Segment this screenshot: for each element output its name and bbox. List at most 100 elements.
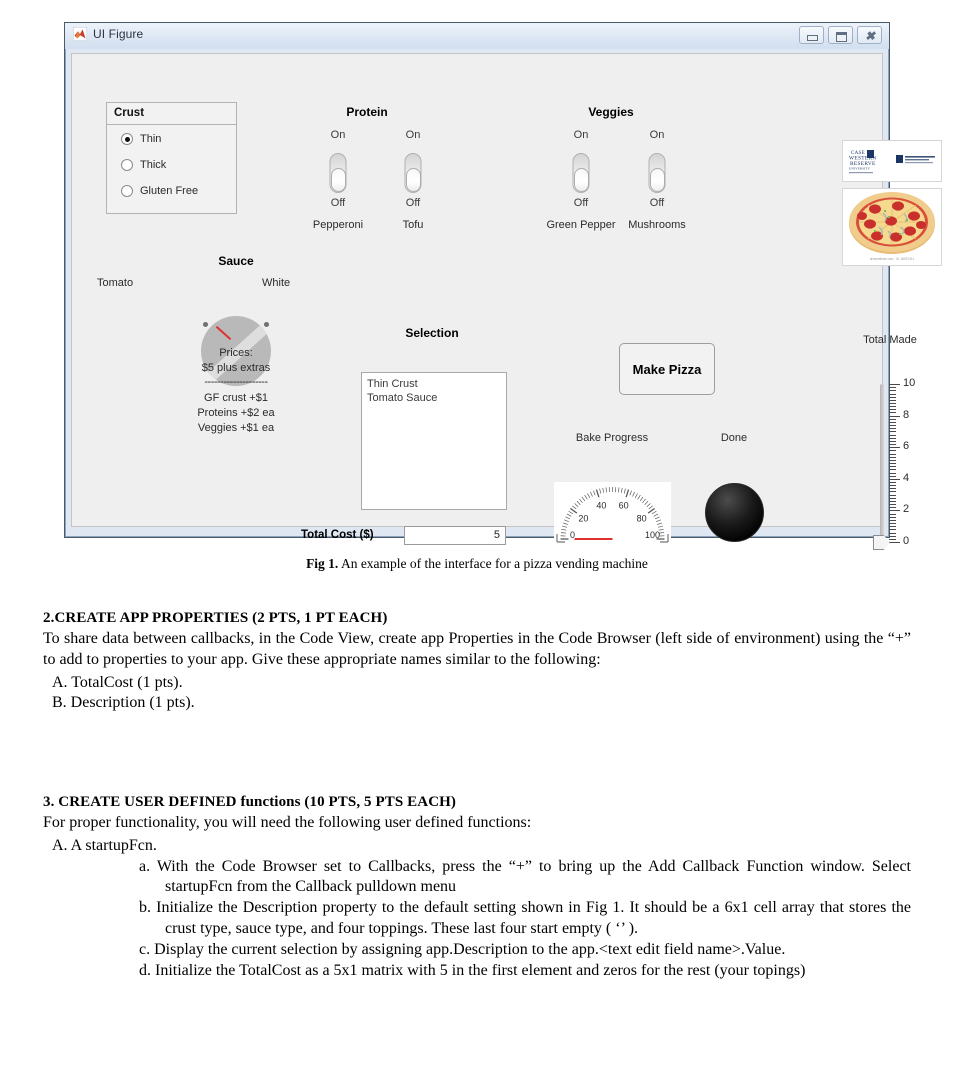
svg-text:0: 0 — [570, 530, 575, 540]
slider-tick — [889, 491, 896, 493]
crust-panel-header: Crust — [107, 103, 236, 125]
switch-green-pepper[interactable]: On Off Green Pepper — [546, 129, 615, 239]
done-lamp — [705, 483, 764, 542]
switch-mushrooms-knob[interactable] — [649, 168, 665, 192]
window-title-bar[interactable]: UI Figure ✖ — [65, 23, 889, 49]
section-3-subitem-d: d. Initialize the TotalCost as a 5x1 mat… — [139, 961, 806, 979]
sauce-knob-title: Sauce — [218, 254, 254, 268]
bake-progress-gauge: 0 20 40 60 80 100 — [554, 482, 671, 544]
selection-item-1: Thin Crust — [367, 378, 418, 390]
veggies-group-title: Veggies — [588, 105, 634, 119]
section-3-subitem-b: b. Initialize the Description property t… — [139, 899, 911, 937]
switch-green-pepper-track[interactable] — [572, 153, 590, 193]
switch-pepperoni-knob[interactable] — [330, 168, 346, 192]
switch-tofu-knob[interactable] — [405, 168, 421, 192]
prices-line-1: Prices: — [219, 347, 253, 359]
figure-caption: Fig 1. An example of the interface for a… — [0, 556, 954, 572]
switch-tofu-track[interactable] — [404, 153, 422, 193]
svg-text:UNIVERSITY: UNIVERSITY — [849, 167, 871, 171]
radio-gluten-free[interactable]: Gluten Free — [121, 185, 198, 197]
close-icon: ✖ — [864, 29, 876, 43]
selection-textarea[interactable]: Thin Crust Tomato Sauce — [361, 372, 507, 510]
slider-tick — [889, 399, 896, 401]
svg-text:60: 60 — [619, 500, 629, 510]
matlab-icon — [72, 26, 88, 42]
section-2-item-b: B. Description (1 pts). — [52, 694, 195, 712]
slider-tick-label: 6 — [903, 440, 910, 453]
maximize-button[interactable] — [828, 26, 853, 44]
minimize-button[interactable] — [799, 26, 824, 44]
switch-mushrooms[interactable]: On Off Mushrooms — [627, 129, 687, 239]
sauce-knob-needle — [215, 325, 232, 341]
slider-tick-label: 8 — [903, 408, 910, 421]
slider-tick — [889, 516, 896, 518]
section-2-heading: 2.CREATE APP PROPERTIES (2 PTS, 1 PT EAC… — [43, 610, 388, 626]
slider-tick — [889, 535, 896, 537]
close-button[interactable]: ✖ — [857, 26, 882, 44]
switch-tofu-off-label: Off — [405, 197, 421, 209]
slider-tick — [889, 463, 896, 464]
switch-green-pepper-knob[interactable] — [573, 168, 589, 192]
switch-pepperoni[interactable]: On Off Pepperoni — [308, 129, 368, 239]
window-controls: ✖ — [799, 26, 882, 44]
radio-thin[interactable]: Thin — [121, 133, 161, 145]
slider-tick — [889, 500, 896, 502]
slider-tick — [889, 425, 896, 427]
make-pizza-button[interactable]: Make Pizza — [619, 343, 715, 395]
slider-tick — [889, 456, 896, 458]
selection-title: Selection — [405, 326, 459, 340]
total-made-slider[interactable]: 0 2 4 6 8 10 — [872, 377, 942, 550]
slider-tick — [889, 485, 896, 487]
total-cost-value: 5 — [493, 529, 500, 541]
slider-tick — [889, 409, 896, 411]
section-3-item-a: A. A startupFcn. — [52, 836, 157, 854]
slider-tick — [889, 478, 900, 480]
slider-tick — [889, 450, 896, 452]
slider-tick — [889, 437, 896, 439]
slider-tick — [889, 447, 900, 449]
slider-tick — [889, 542, 900, 543]
radio-thin-label: Thin — [140, 133, 162, 145]
slider-track[interactable] — [880, 384, 884, 542]
ui-figure-window: UI Figure ✖ Crust Thin Thick Gluten Free… — [64, 22, 942, 550]
slider-thumb[interactable] — [873, 535, 890, 550]
switch-mushrooms-track[interactable] — [648, 153, 666, 193]
slider-tick-label: 2 — [903, 503, 910, 516]
slider-tick — [889, 459, 896, 461]
section-2-body: To share data between callbacks, in the … — [43, 630, 911, 668]
radio-gluten-free-label: Gluten Free — [140, 185, 199, 197]
figure-caption-label: Fig 1. — [306, 556, 339, 571]
minimize-icon — [807, 35, 818, 41]
slider-tick — [889, 393, 896, 395]
radio-thick[interactable]: Thick — [121, 159, 166, 171]
switch-tofu[interactable]: On Off Tofu — [383, 129, 443, 239]
switch-pepperoni-on-label: On — [330, 129, 346, 141]
switch-green-pepper-on-label: On — [573, 129, 589, 141]
maximize-icon — [836, 32, 847, 42]
switch-mushrooms-on-label: On — [649, 129, 665, 141]
slider-tick — [889, 494, 896, 496]
slider-tick — [889, 466, 896, 468]
svg-text:20: 20 — [578, 513, 588, 523]
svg-text:100: 100 — [645, 530, 660, 540]
slider-tick — [889, 403, 896, 404]
slider-tick — [889, 507, 896, 509]
slider-tick — [889, 440, 896, 442]
slider-tick — [889, 532, 896, 534]
slider-tick-label: 4 — [903, 471, 910, 484]
total-cost-input[interactable]: 5 — [404, 526, 506, 545]
slider-tick — [889, 387, 896, 389]
slider-tick — [889, 526, 896, 528]
slider-tick — [889, 421, 896, 423]
slider-tick — [889, 469, 896, 471]
switch-mushrooms-caption: Mushrooms — [628, 219, 686, 231]
bake-progress-gauge-face: 020 40 60 80 100 — [554, 482, 671, 544]
radio-thick-indicator — [121, 159, 133, 171]
crust-panel-title: Crust — [114, 107, 145, 119]
slider-tick — [889, 390, 896, 392]
switch-pepperoni-track[interactable] — [329, 153, 347, 193]
prices-line-3: GF crust +$1 — [204, 392, 268, 404]
slider-tick — [889, 504, 896, 506]
slider-tick — [889, 444, 896, 445]
slider-tick-label: 10 — [903, 377, 916, 389]
